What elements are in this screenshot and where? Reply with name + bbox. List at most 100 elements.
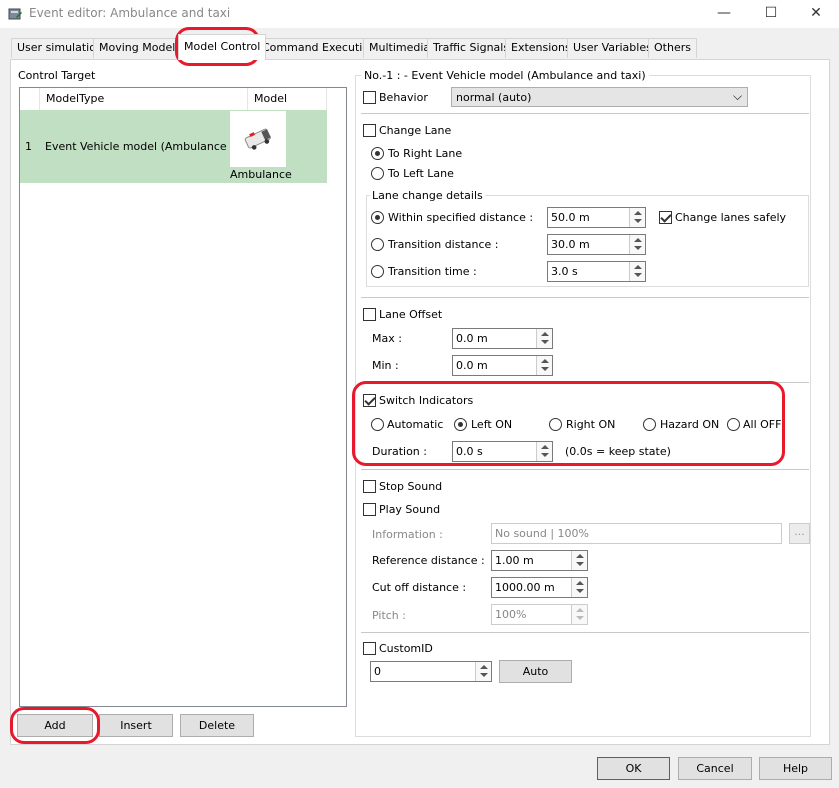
divider xyxy=(361,469,809,470)
cut-off-distance-input[interactable]: 1000.00 m xyxy=(491,577,588,598)
information-field[interactable]: No sound | 100% xyxy=(491,523,782,544)
behavior-select-value: normal (auto) xyxy=(456,91,532,104)
browse-button[interactable]: ... xyxy=(789,523,810,544)
delete-button[interactable]: Delete xyxy=(180,714,254,737)
change-lane-checkbox[interactable] xyxy=(363,124,376,137)
title-bar: Event editor: Ambulance and taxi — ☐ ✕ xyxy=(0,0,839,28)
indicator-left-on-label: Left ON xyxy=(471,418,513,431)
help-button[interactable]: Help xyxy=(759,757,832,780)
table-row[interactable]: 1 Event Vehicle model (Ambulance a... Am… xyxy=(20,110,327,183)
control-target-list[interactable]: ModelType Model 1 Event Vehicle model (A… xyxy=(19,87,347,707)
pitch-value: 100% xyxy=(495,608,527,621)
duration-input[interactable]: 0.0 s xyxy=(452,441,553,462)
play-sound-checkbox[interactable] xyxy=(363,503,376,516)
chevron-down-icon: ⌵ xyxy=(733,89,743,103)
column-header-modeltype[interactable]: ModelType xyxy=(40,88,248,110)
control-target-label: Control Target xyxy=(18,69,96,82)
ok-button[interactable]: OK xyxy=(597,757,670,780)
window-title: Event editor: Ambulance and taxi xyxy=(29,6,231,20)
minimize-button[interactable]: — xyxy=(701,0,747,28)
tab-multimedia[interactable]: Multimedia xyxy=(363,38,437,58)
indicator-left-on-radio[interactable] xyxy=(454,418,467,431)
ambulance-icon xyxy=(244,128,271,150)
spin-arrows-icon[interactable] xyxy=(629,262,645,281)
divider xyxy=(361,113,809,114)
pitch-label: Pitch : xyxy=(372,609,406,622)
switch-indicators-label: Switch Indicators xyxy=(379,394,474,407)
close-button[interactable]: ✕ xyxy=(793,0,839,28)
transition-time-radio[interactable] xyxy=(371,265,384,278)
spin-arrows-icon[interactable] xyxy=(571,551,587,570)
max-input[interactable]: 0.0 m xyxy=(452,328,553,349)
tab-traffic-signals[interactable]: Traffic Signals xyxy=(427,38,516,58)
to-left-lane-radio[interactable] xyxy=(371,167,384,180)
tab-extensions[interactable]: Extensions xyxy=(505,38,577,58)
information-value: No sound | 100% xyxy=(495,527,589,540)
switch-indicators-checkbox[interactable] xyxy=(363,394,376,407)
row-model: Ambulance xyxy=(230,168,292,181)
transition-time-value: 3.0 s xyxy=(551,265,578,278)
pitch-input[interactable]: 100% xyxy=(491,604,588,625)
spin-arrows-icon[interactable] xyxy=(571,578,587,597)
maximize-button[interactable]: ☐ xyxy=(748,0,794,28)
reference-distance-input[interactable]: 1.00 m xyxy=(491,550,588,571)
stop-sound-label: Stop Sound xyxy=(379,480,443,493)
spin-arrows-icon[interactable] xyxy=(536,356,552,375)
behavior-checkbox[interactable] xyxy=(363,91,376,104)
cut-off-distance-value: 1000.00 m xyxy=(495,581,555,594)
spin-arrows-icon[interactable] xyxy=(571,605,587,624)
information-label: Information : xyxy=(372,528,443,541)
min-value: 0.0 m xyxy=(456,359,488,372)
column-header-model[interactable]: Model xyxy=(248,88,327,110)
change-lane-label: Change Lane xyxy=(379,124,452,137)
spin-arrows-icon[interactable] xyxy=(536,329,552,348)
change-lanes-safely-checkbox[interactable] xyxy=(659,211,672,224)
cut-off-distance-label: Cut off distance : xyxy=(372,581,467,594)
row-model-type: Event Vehicle model (Ambulance a... xyxy=(45,140,248,153)
divider xyxy=(361,632,809,633)
transition-distance-input[interactable]: 30.0 m xyxy=(547,234,646,255)
behavior-label: Behavior xyxy=(379,91,428,104)
indicator-right-on-radio[interactable] xyxy=(549,418,562,431)
column-header-index xyxy=(20,88,40,110)
change-lanes-safely-label: Change lanes safely xyxy=(675,211,787,224)
divider xyxy=(361,382,809,383)
custom-id-checkbox[interactable] xyxy=(363,642,376,655)
tab-moving-models[interactable]: Moving Models xyxy=(93,38,187,58)
to-right-lane-radio[interactable] xyxy=(371,147,384,160)
spin-arrows-icon[interactable] xyxy=(629,235,645,254)
insert-button[interactable]: Insert xyxy=(99,714,173,737)
within-distance-input[interactable]: 50.0 m xyxy=(547,207,646,228)
within-distance-value: 50.0 m xyxy=(551,211,590,224)
duration-value: 0.0 s xyxy=(456,445,483,458)
row-index: 1 xyxy=(25,140,32,153)
within-distance-radio[interactable] xyxy=(371,211,384,224)
cancel-button[interactable]: Cancel xyxy=(678,757,752,780)
spin-arrows-icon[interactable] xyxy=(475,662,491,681)
indicator-all-off-radio[interactable] xyxy=(727,418,740,431)
min-label: Min : xyxy=(372,359,399,372)
custom-id-input[interactable]: 0 xyxy=(370,661,492,682)
lane-offset-label: Lane Offset xyxy=(379,308,443,321)
custom-id-label: CustomID xyxy=(379,642,433,655)
indicator-automatic-label: Automatic xyxy=(387,418,444,431)
indicator-hazard-on-radio[interactable] xyxy=(643,418,656,431)
behavior-select[interactable]: normal (auto) ⌵ xyxy=(451,87,748,107)
transition-distance-radio[interactable] xyxy=(371,238,384,251)
spin-arrows-icon[interactable] xyxy=(629,208,645,227)
tab-model-control[interactable]: Model Control xyxy=(178,34,267,60)
reference-distance-label: Reference distance : xyxy=(372,554,485,567)
indicator-all-off-label: All OFF xyxy=(743,418,782,431)
tab-others[interactable]: Others xyxy=(648,38,697,58)
auto-button[interactable]: Auto xyxy=(499,660,572,683)
min-input[interactable]: 0.0 m xyxy=(452,355,553,376)
stop-sound-checkbox[interactable] xyxy=(363,480,376,493)
tab-user-variables[interactable]: User Variables xyxy=(567,38,658,58)
spin-arrows-icon[interactable] xyxy=(536,442,552,461)
lane-offset-checkbox[interactable] xyxy=(363,308,376,321)
indicator-automatic-radio[interactable] xyxy=(371,418,384,431)
custom-id-value: 0 xyxy=(374,665,381,678)
transition-time-input[interactable]: 3.0 s xyxy=(547,261,646,282)
add-button[interactable]: Add xyxy=(17,714,93,737)
divider xyxy=(361,297,809,298)
